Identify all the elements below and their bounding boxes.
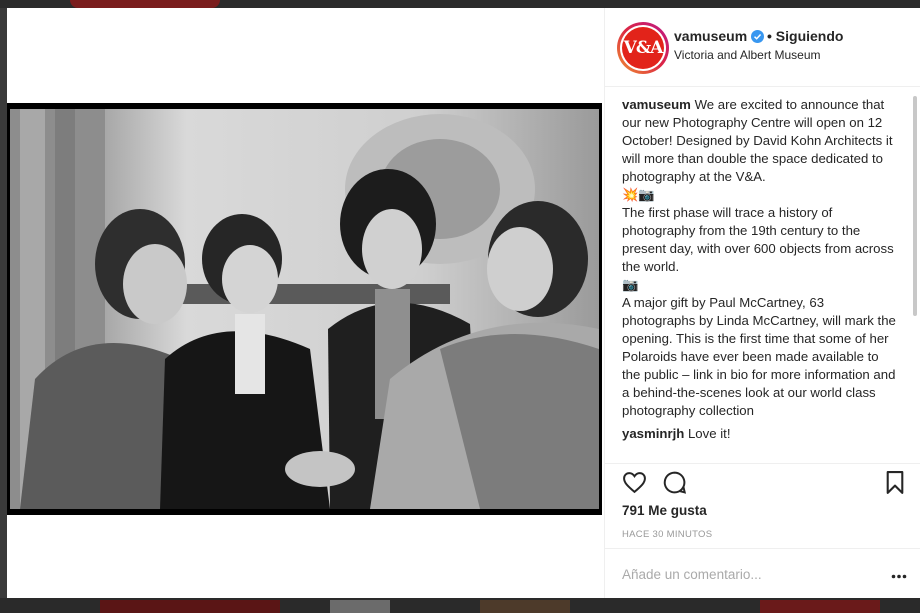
comment-icon[interactable] <box>662 470 687 495</box>
post-photo <box>7 103 602 515</box>
likes-count[interactable]: 791 Me gusta <box>622 503 707 518</box>
avatar-logo: V&A <box>622 27 664 69</box>
comments-scrollbar[interactable] <box>913 96 917 316</box>
caption-text-3: A major gift by Paul McCartney, 63 photo… <box>622 295 896 418</box>
caption-emoji-1: 💥📷 <box>622 187 655 202</box>
follow-status-label: Siguiendo <box>775 28 844 44</box>
comment-input[interactable]: Añade un comentario... <box>622 567 762 582</box>
account-full-name: Victoria and Albert Museum <box>674 48 821 62</box>
input-divider <box>605 548 920 549</box>
post-timestamp: HACE 30 MINUTOS <box>622 529 713 540</box>
caption-emoji-2: 📷 <box>622 277 639 292</box>
separator-dot: • <box>767 28 772 44</box>
more-options-icon[interactable] <box>891 574 907 579</box>
follow-status-button[interactable]: • Siguiendo <box>767 28 843 44</box>
comment-username[interactable]: yasminrjh <box>622 426 684 441</box>
caption: vamuseum We are excited to announce that… <box>622 96 897 186</box>
comment-item: yasminrjh Love it! <box>622 425 897 443</box>
bookmark-icon[interactable] <box>884 470 906 495</box>
photo-image <box>10 109 599 509</box>
avatar[interactable]: V&A <box>617 22 669 74</box>
post-modal: V&A vamuseum • Siguiendo Victoria and Al… <box>7 8 920 598</box>
background-strip-bottom <box>0 598 920 613</box>
comment-text: Love it! <box>684 426 731 441</box>
header-divider <box>605 86 920 87</box>
username-link[interactable]: vamuseum <box>674 28 747 44</box>
panel-divider <box>604 8 605 598</box>
verified-badge-icon <box>751 30 764 43</box>
comments-section: vamuseum We are excited to announce that… <box>622 96 897 464</box>
post-header: V&A vamuseum • Siguiendo Victoria and Al… <box>617 18 917 78</box>
heart-icon[interactable] <box>622 470 647 495</box>
actions-divider <box>605 463 920 464</box>
caption-username[interactable]: vamuseum <box>622 97 691 112</box>
caption-text-2: The first phase will trace a history of … <box>622 205 894 274</box>
background-strip-top <box>0 0 920 8</box>
